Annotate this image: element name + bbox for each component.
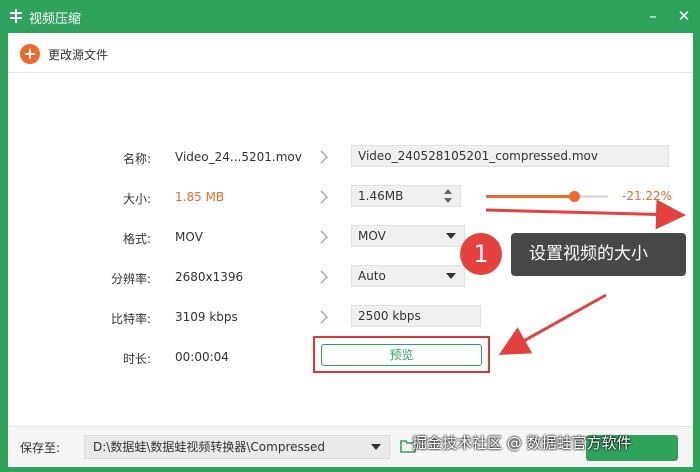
format-select[interactable]: MOV bbox=[351, 225, 465, 247]
chevron-right-icon bbox=[320, 190, 329, 204]
annotation-number-badge: 1 bbox=[460, 233, 502, 275]
chevron-right-icon bbox=[320, 310, 329, 324]
format-select-value: MOV bbox=[358, 229, 386, 243]
bitrate-label: 比特率: bbox=[110, 312, 151, 326]
output-size-stepper[interactable]: 1.46MB bbox=[351, 185, 461, 207]
title-bar: 视频压缩 – ✕ bbox=[0, 0, 700, 33]
chevron-right-icon bbox=[320, 230, 329, 244]
chevron-right-icon bbox=[320, 270, 329, 284]
annotation-arrow-down bbox=[498, 293, 607, 355]
decrement-icon[interactable] bbox=[444, 198, 452, 203]
duration-value: 00:00:04 bbox=[175, 350, 229, 364]
window-title: 视频压缩 bbox=[29, 12, 82, 27]
size-label: 大小: bbox=[122, 192, 151, 206]
size-slider[interactable] bbox=[486, 191, 608, 202]
source-size-value: 1.85 MB bbox=[175, 190, 225, 204]
annotation-label: 设置视频的大小 bbox=[511, 233, 686, 276]
format-label: 格式: bbox=[122, 232, 151, 246]
toolbar: + 更改源文件 bbox=[8, 33, 693, 73]
output-name-value: Video_240528105201_compressed.mov bbox=[358, 149, 598, 163]
resolution-select-value: Auto bbox=[358, 269, 386, 283]
save-path-select[interactable]: D:\数据蛙\数据蛙视频转换器\Compressed bbox=[84, 435, 390, 459]
duration-label: 时长: bbox=[122, 352, 151, 366]
save-to-label: 保存至: bbox=[20, 441, 61, 455]
resolution-label: 分辨率: bbox=[110, 272, 151, 286]
change-source-button[interactable]: + 更改源文件 bbox=[20, 43, 108, 65]
preview-highlight-box: 预览 bbox=[313, 336, 490, 373]
output-size-value: 1.46MB bbox=[358, 189, 404, 203]
size-slider-fill bbox=[486, 195, 574, 198]
source-name-value: Video_24...5201.mov bbox=[175, 150, 302, 164]
bitrate-field[interactable]: 2500 kbps bbox=[351, 305, 481, 327]
size-slider-thumb[interactable] bbox=[568, 191, 580, 202]
name-label: 名称: bbox=[122, 152, 151, 166]
output-name-field[interactable]: Video_240528105201_compressed.mov bbox=[351, 145, 669, 167]
source-bitrate-value: 3109 kbps bbox=[175, 310, 238, 324]
close-button[interactable]: ✕ bbox=[674, 6, 694, 26]
source-resolution-value: 2680x1396 bbox=[175, 270, 244, 284]
resolution-select[interactable]: Auto bbox=[351, 265, 465, 287]
source-format-value: MOV bbox=[175, 230, 203, 244]
size-change-percent: -21.22% bbox=[622, 189, 673, 203]
annotation-arrow-right bbox=[485, 199, 686, 230]
preview-button[interactable]: 预览 bbox=[321, 344, 482, 366]
minimize-button[interactable]: – bbox=[643, 6, 663, 26]
bitrate-value: 2500 kbps bbox=[358, 309, 421, 323]
app-logo-icon bbox=[10, 9, 22, 23]
dropdown-arrow-icon bbox=[446, 273, 456, 279]
add-icon: + bbox=[20, 44, 40, 64]
watermark: 掘金技术社区 @ 数据蛙官方软件 bbox=[412, 434, 632, 452]
change-source-label: 更改源文件 bbox=[48, 47, 109, 62]
chevron-right-icon bbox=[320, 150, 329, 164]
save-path-value: D:\数据蛙\数据蛙视频转换器\Compressed bbox=[93, 440, 325, 454]
increment-icon[interactable] bbox=[444, 189, 452, 194]
dropdown-arrow-icon bbox=[446, 233, 456, 239]
dropdown-arrow-icon bbox=[371, 444, 381, 450]
compress-panel: + 更改源文件 名称: Video_24...5201.mov Video_24… bbox=[8, 33, 693, 467]
